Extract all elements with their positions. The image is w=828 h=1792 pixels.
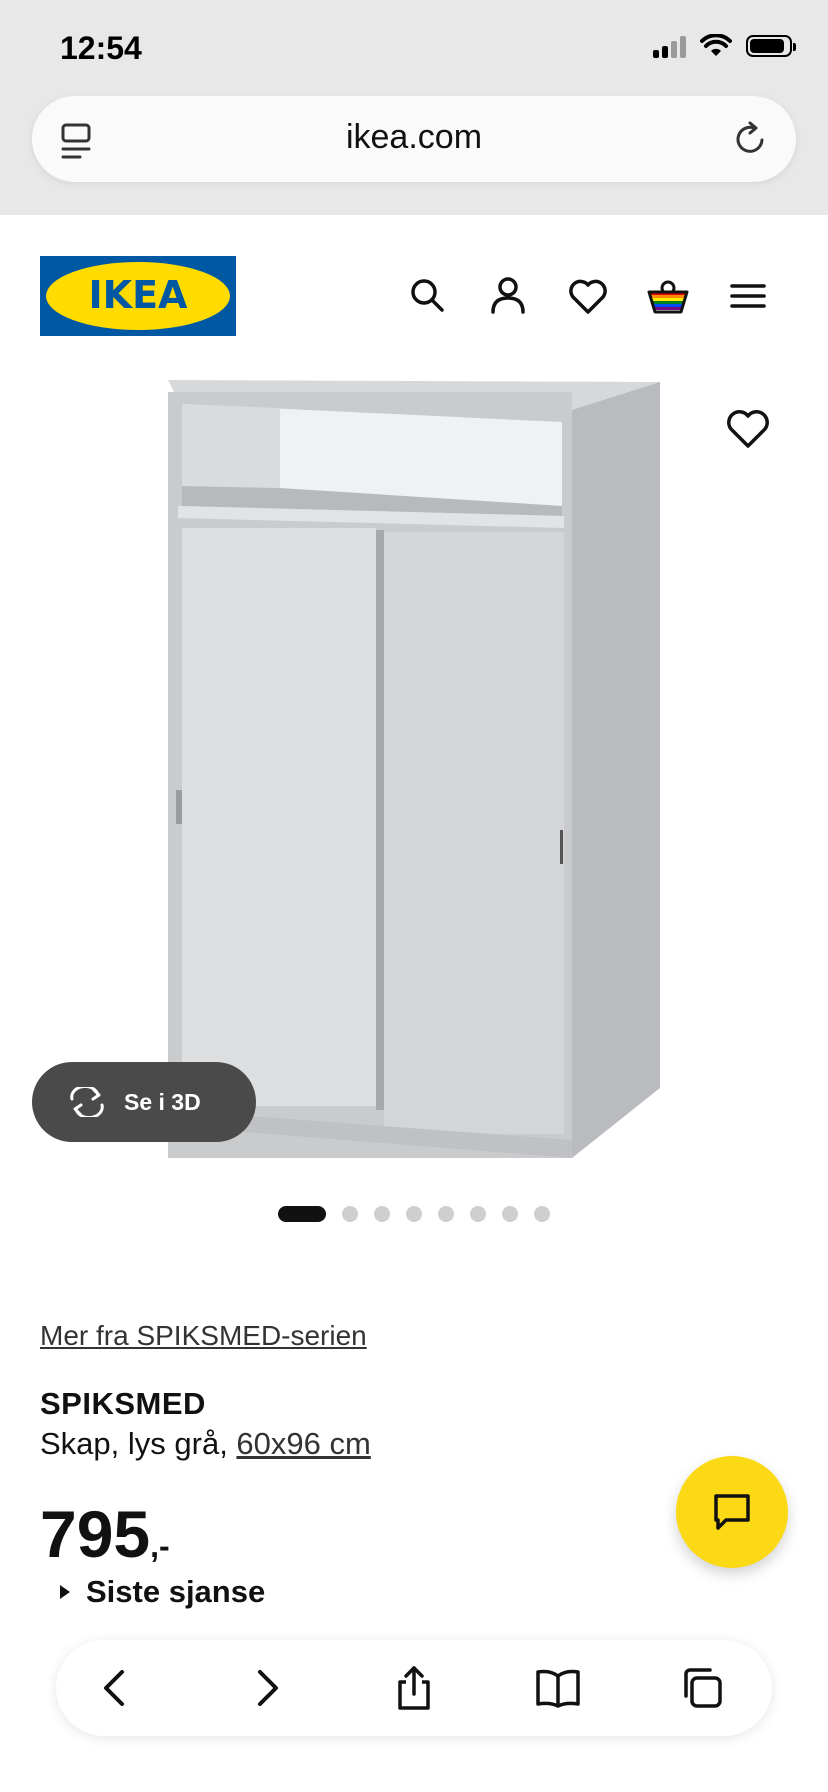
- view-3d-label: Se i 3D: [124, 1088, 201, 1115]
- back-icon[interactable]: [92, 1664, 140, 1712]
- series-link[interactable]: Mer fra SPIKSMED-serien: [40, 1320, 367, 1352]
- gallery-dot[interactable]: [470, 1206, 486, 1222]
- menu-icon[interactable]: [724, 272, 772, 320]
- triangle-right-icon: [60, 1585, 70, 1599]
- price-amount: 795: [40, 1497, 151, 1571]
- price-suffix: ,-: [150, 1528, 170, 1564]
- reload-icon[interactable]: [732, 120, 768, 158]
- wifi-icon: [700, 34, 732, 56]
- product-image[interactable]: [160, 370, 660, 1170]
- status-icons: [653, 34, 796, 58]
- rotate-3d-icon: [70, 1087, 104, 1117]
- description-text: Skap, lys grå,: [40, 1426, 237, 1461]
- browser-chrome-top: 12:54 ikea.com: [0, 0, 828, 215]
- availability-toggle[interactable]: Siste sjanse: [58, 1574, 265, 1610]
- product-name: SPIKSMED: [40, 1386, 206, 1421]
- status-time: 12:54: [60, 30, 142, 66]
- size-link[interactable]: 60x96 cm: [236, 1426, 370, 1461]
- product-price: 795,-: [40, 1496, 170, 1572]
- product-description: Skap, lys grå, 60x96 cm: [40, 1426, 371, 1462]
- chat-icon: [714, 1494, 750, 1530]
- view-3d-button[interactable]: Se i 3D: [32, 1062, 256, 1142]
- tabs-icon[interactable]: [678, 1664, 726, 1712]
- gallery-dot[interactable]: [534, 1206, 550, 1222]
- search-icon[interactable]: [404, 272, 452, 320]
- gallery-dot[interactable]: [502, 1206, 518, 1222]
- gallery-pagination[interactable]: [278, 1206, 550, 1222]
- availability-label: Siste sjanse: [86, 1574, 266, 1609]
- browser-toolbar: [56, 1640, 772, 1736]
- account-icon[interactable]: [484, 272, 532, 320]
- share-icon[interactable]: [390, 1664, 438, 1712]
- gallery-dot[interactable]: [406, 1206, 422, 1222]
- chat-button[interactable]: [676, 1456, 788, 1568]
- url-text[interactable]: ikea.com: [32, 118, 796, 157]
- logo-text: IKEA: [89, 273, 189, 317]
- cellular-signal-icon: [653, 34, 686, 58]
- battery-icon: [746, 35, 796, 57]
- favourites-icon[interactable]: [564, 272, 612, 320]
- forward-icon[interactable]: [242, 1664, 290, 1712]
- cart-icon[interactable]: [644, 272, 692, 320]
- gallery-dot[interactable]: [374, 1206, 390, 1222]
- gallery-dot[interactable]: [342, 1206, 358, 1222]
- ikea-logo[interactable]: IKEA: [40, 256, 236, 336]
- bookmarks-icon[interactable]: [534, 1664, 582, 1712]
- address-bar[interactable]: ikea.com: [32, 96, 796, 182]
- gallery-dot[interactable]: [278, 1206, 326, 1222]
- add-to-favourites-icon[interactable]: [722, 402, 774, 454]
- gallery-dot[interactable]: [438, 1206, 454, 1222]
